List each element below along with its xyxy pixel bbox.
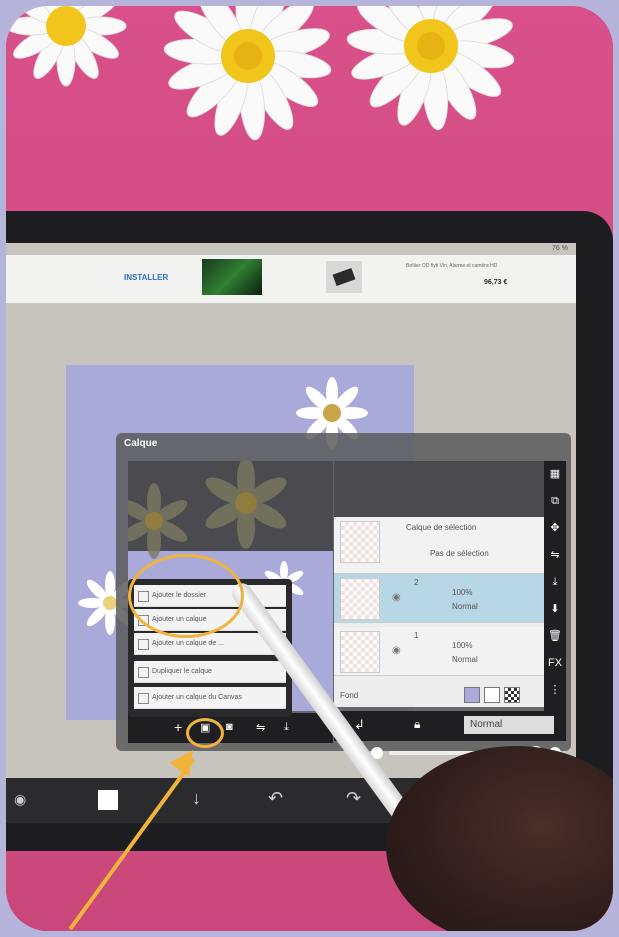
ad-image [202, 259, 262, 295]
layer-list: Calque de sélection Pas de sélection 2 ◉… [334, 461, 544, 707]
selection-layer-row[interactable]: Calque de sélection Pas de sélection [334, 517, 544, 574]
daisy-flowers [6, 6, 515, 141]
highlight-ring-button [186, 718, 224, 748]
selection-layer-title: Calque de sélection [406, 523, 477, 532]
layer-opacity: 100% [452, 641, 473, 650]
redo-icon[interactable]: ↷ [346, 788, 361, 809]
layer-panel-title: Calque [124, 438, 158, 449]
app-screen: 76 % INSTALLER Boîtier OD fiyti Vin, Ala… [6, 243, 576, 823]
layer-row-1[interactable]: 1 ◉ 100% Normal [334, 627, 544, 676]
highlight-ring-menu [128, 554, 244, 638]
layer-actions-bar: + ▣ ◙ ⇋ ⤓ [128, 713, 333, 743]
duplicate-icon [138, 667, 149, 678]
layer-list-top [334, 461, 544, 517]
battery-status: 76 % [552, 245, 568, 252]
move-icon[interactable]: ✥ [544, 515, 566, 542]
clip-icon[interactable]: ↲ [354, 717, 365, 733]
layer-thumb [340, 631, 380, 673]
download-icon[interactable]: ↓ [192, 788, 201, 809]
layer-mode: Normal [452, 602, 478, 611]
merge-icon[interactable]: ⤓ [544, 569, 566, 596]
more-icon[interactable]: ⋮ [544, 677, 566, 704]
selection-layer-thumb [340, 521, 380, 563]
menu-item-add-canvas-layer[interactable]: Ajouter un calque du Canvas [134, 687, 286, 709]
checker-icon[interactable]: ▦ [544, 461, 566, 488]
download-icon[interactable]: ⬇ [544, 596, 566, 623]
ad-product-image [326, 261, 362, 293]
add-layer-icon[interactable]: + [174, 719, 182, 735]
flip-icon[interactable]: ⇋ [256, 721, 265, 734]
menu-item-duplicate-layer[interactable]: Dupliquer le calque [134, 661, 286, 683]
bg-white-swatch[interactable] [484, 687, 500, 703]
ad-description: Boîtier OD fiyti Vin, Alarme et caméra H… [406, 263, 498, 269]
selection-layer-subtitle: Pas de sélection [430, 549, 489, 558]
layer-number: 1 [414, 631, 419, 640]
eye-icon[interactable]: ◉ [392, 592, 401, 603]
background-layer-row[interactable]: Fond [334, 683, 544, 707]
brush-icon[interactable]: ◉ [14, 791, 26, 808]
layer-tools-column: ▦ ⧉ ✥ ⇋ ⤓ ⬇ 🗑 FX ⋮ [544, 461, 566, 711]
layer-opacity: 100% [452, 588, 473, 597]
ad-price: 96,73 € [484, 279, 508, 286]
background-label: Fond [340, 691, 359, 700]
lock-icon[interactable]: 🔒︎ [414, 717, 420, 732]
eye-icon[interactable]: ◉ [392, 645, 401, 656]
layer-icon [138, 639, 149, 650]
undo-icon[interactable]: ↶ [268, 788, 283, 809]
photo-frame: 76 % INSTALLER Boîtier OD fiyti Vin, Ala… [6, 6, 613, 931]
layer-row-2[interactable]: 2 ◉ 100% Normal [334, 574, 544, 623]
flip-icon[interactable]: ⇋ [544, 542, 566, 569]
trash-icon[interactable]: 🗑 [544, 623, 566, 650]
bg-transparent-swatch[interactable] [504, 687, 520, 703]
merge-icon[interactable]: ⤓ [284, 721, 289, 734]
bg-color-swatch[interactable] [464, 687, 480, 703]
blend-mode-bar: ↲ 🔒︎ Normal [334, 711, 566, 741]
blend-mode-select[interactable]: Normal [464, 716, 554, 734]
camera-icon[interactable]: ◙ [226, 721, 233, 733]
copy-icon[interactable]: ⧉ [544, 488, 566, 515]
layer-mode: Normal [452, 655, 478, 664]
color-icon[interactable] [98, 790, 118, 810]
install-button[interactable]: INSTALLER [124, 273, 168, 282]
fx-button[interactable]: FX [544, 650, 566, 677]
ad-banner[interactable]: INSTALLER Boîtier OD fiyti Vin, Alarme e… [6, 255, 576, 304]
canvas-icon [138, 693, 149, 704]
layer-thumb [340, 578, 380, 620]
layer-number: 2 [414, 578, 419, 587]
